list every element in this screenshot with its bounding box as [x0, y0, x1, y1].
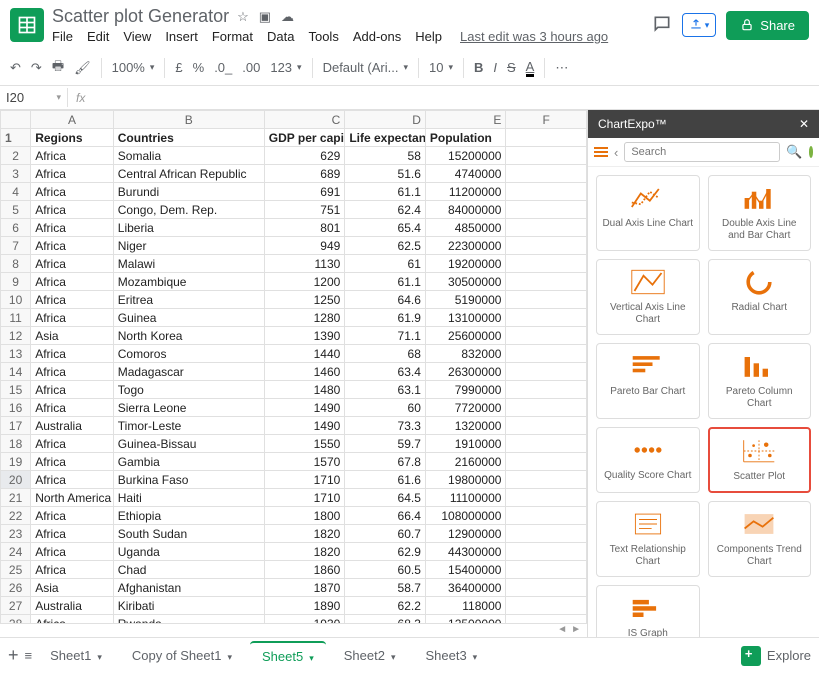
- add-sheet-icon[interactable]: +: [8, 645, 19, 666]
- pareto-column-icon: [741, 352, 777, 380]
- tab-sheet1[interactable]: Sheet1: [38, 642, 114, 669]
- scatter-plot-icon: [741, 437, 777, 465]
- is-graph-icon: [630, 594, 666, 622]
- explore-icon: [741, 646, 761, 666]
- zoom-dropdown[interactable]: 100%: [112, 60, 155, 75]
- undo-icon[interactable]: ↶: [10, 60, 21, 76]
- horizontal-scroll[interactable]: ◄►: [0, 623, 587, 637]
- double-axis-bar-icon: [741, 184, 777, 212]
- star-icon[interactable]: ☆: [237, 9, 249, 25]
- text-relationship-icon: [630, 510, 666, 538]
- percent-button[interactable]: %: [193, 60, 205, 75]
- sheet-tabs-bar: + ≡ Sheet1 Copy of Sheet1 Sheet5 Sheet2 …: [0, 637, 819, 673]
- app-header: Scatter plot Generator ☆ ▣ ☁ File Edit V…: [0, 0, 819, 50]
- menu-addons[interactable]: Add-ons: [353, 29, 401, 44]
- comments-icon[interactable]: [652, 14, 672, 37]
- font-dropdown[interactable]: Default (Ari...: [323, 60, 408, 75]
- menu-help[interactable]: Help: [415, 29, 442, 44]
- menu-tools[interactable]: Tools: [308, 29, 338, 44]
- strike-button[interactable]: S: [507, 60, 516, 75]
- pareto-bar-icon: [630, 352, 666, 380]
- card-pareto-column[interactable]: Pareto Column Chart: [708, 343, 812, 419]
- card-text-relationship[interactable]: Text Relationship Chart: [596, 501, 700, 577]
- panel-title: ChartExpo™: [598, 117, 667, 131]
- move-icon[interactable]: ▣: [259, 9, 271, 25]
- quality-score-icon: [630, 436, 666, 464]
- menu-edit[interactable]: Edit: [87, 29, 109, 44]
- card-radial[interactable]: Radial Chart: [708, 259, 812, 335]
- panel-close-icon[interactable]: ✕: [799, 117, 809, 131]
- formula-bar: I20▾ fx: [0, 86, 819, 110]
- italic-button[interactable]: I: [493, 60, 497, 75]
- tab-sheet3[interactable]: Sheet3: [413, 642, 489, 669]
- last-edit[interactable]: Last edit was 3 hours ago: [460, 29, 608, 44]
- numfmt-dropdown[interactable]: 123: [270, 60, 301, 75]
- menu-bar: File Edit View Insert Format Data Tools …: [52, 29, 644, 44]
- more-toolbar-icon[interactable]: ⋯: [555, 60, 568, 76]
- card-dual-axis-line[interactable]: Dual Axis Line Chart: [596, 175, 700, 251]
- tab-copy-sheet1[interactable]: Copy of Sheet1: [120, 642, 244, 669]
- tab-sheet5[interactable]: Sheet5: [250, 641, 326, 670]
- menu-format[interactable]: Format: [212, 29, 253, 44]
- dec-decrease[interactable]: .0_: [214, 60, 232, 75]
- explore-button[interactable]: Explore: [741, 646, 811, 666]
- vertical-axis-line-icon: [630, 268, 666, 296]
- search-icon[interactable]: 🔍: [786, 144, 802, 160]
- sheets-logo: [10, 8, 44, 42]
- card-quality-score[interactable]: Quality Score Chart: [596, 427, 700, 493]
- menu-file[interactable]: File: [52, 29, 73, 44]
- name-box[interactable]: I20▾: [0, 88, 68, 107]
- all-sheets-icon[interactable]: ≡: [25, 648, 33, 663]
- card-double-axis-bar[interactable]: Double Axis Line and Bar Chart: [708, 175, 812, 251]
- panel-menu-icon[interactable]: [594, 147, 608, 157]
- bold-button[interactable]: B: [474, 60, 483, 75]
- tab-sheet2[interactable]: Sheet2: [332, 642, 408, 669]
- doc-title[interactable]: Scatter plot Generator: [52, 6, 229, 27]
- paint-icon[interactable]: 🖌: [74, 60, 91, 76]
- menu-insert[interactable]: Insert: [165, 29, 198, 44]
- spreadsheet-grid[interactable]: ABCDEF1RegionsCountriesGDP per capitaLif…: [0, 110, 587, 637]
- radial-icon: [741, 268, 777, 296]
- redo-icon[interactable]: ↷: [31, 60, 42, 76]
- chartexpo-panel: ChartExpo™ ✕ ‹ 🔍 Dual Axis Line Chart Do…: [587, 110, 819, 637]
- panel-status-icon: [809, 146, 813, 158]
- card-pareto-bar[interactable]: Pareto Bar Chart: [596, 343, 700, 419]
- textcolor-button[interactable]: A: [526, 59, 535, 77]
- dec-increase[interactable]: .00: [242, 60, 260, 75]
- menu-data[interactable]: Data: [267, 29, 294, 44]
- fontsize-dropdown[interactable]: 10: [429, 60, 453, 75]
- card-scatter-plot[interactable]: Scatter Plot: [708, 427, 812, 493]
- fx-label: fx: [68, 91, 93, 105]
- panel-back-icon[interactable]: ‹: [614, 145, 618, 160]
- toolbar: ↶ ↷ 🖶 🖌 100% £ % .0_ .00 123 Default (Ar…: [0, 50, 819, 86]
- menu-view[interactable]: View: [123, 29, 151, 44]
- card-components-trend[interactable]: Components Trend Chart: [708, 501, 812, 577]
- dual-axis-line-icon: [630, 184, 666, 212]
- card-vertical-axis-line[interactable]: Vertical Axis Line Chart: [596, 259, 700, 335]
- print-icon[interactable]: 🖶: [52, 57, 64, 79]
- currency-button[interactable]: £: [175, 60, 182, 75]
- components-trend-icon: [741, 510, 777, 538]
- share-button[interactable]: Share: [726, 11, 809, 40]
- panel-search-input[interactable]: [624, 142, 780, 162]
- present-button[interactable]: ▾: [682, 13, 717, 37]
- cloud-icon[interactable]: ☁: [281, 9, 294, 25]
- card-is-graph[interactable]: IS Graph: [596, 585, 700, 637]
